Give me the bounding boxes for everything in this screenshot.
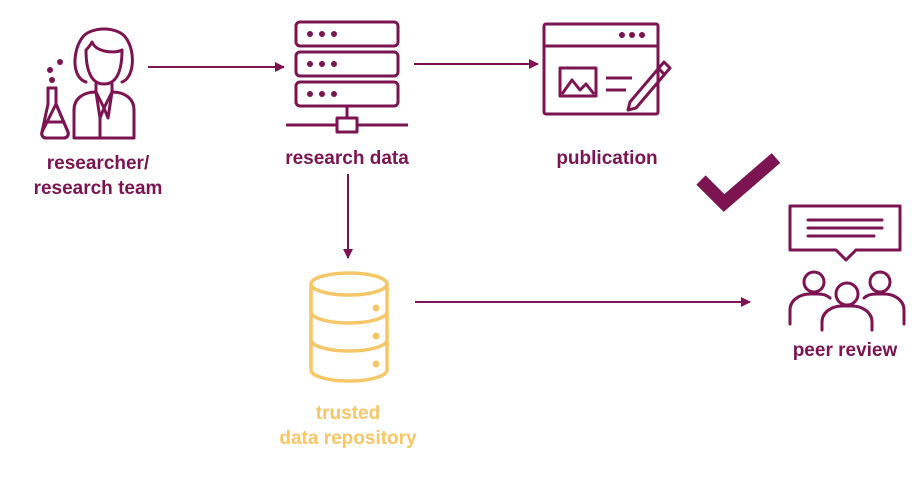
peer-review-icon — [788, 204, 906, 332]
publication-label: publication — [556, 148, 658, 169]
research-data-label: research data — [285, 148, 409, 169]
repository-label-line2: data repository — [279, 428, 417, 449]
peer-review-label: peer review — [792, 340, 898, 361]
repository-label: trusted data repository — [262, 401, 434, 451]
researcher-label-line2: research team — [33, 178, 163, 199]
server-icon — [286, 20, 408, 134]
researcher-label-line1: researcher/ — [46, 153, 150, 174]
checkmark-icon — [696, 153, 781, 212]
publication-icon — [542, 22, 672, 116]
researcher-label: researcher/ research team — [24, 151, 172, 201]
database-icon — [309, 271, 389, 383]
repository-label-line1: trusted — [315, 403, 381, 424]
workflow-diagram: researcher/ research team research data — [0, 0, 920, 480]
scientist-icon — [40, 27, 136, 140]
